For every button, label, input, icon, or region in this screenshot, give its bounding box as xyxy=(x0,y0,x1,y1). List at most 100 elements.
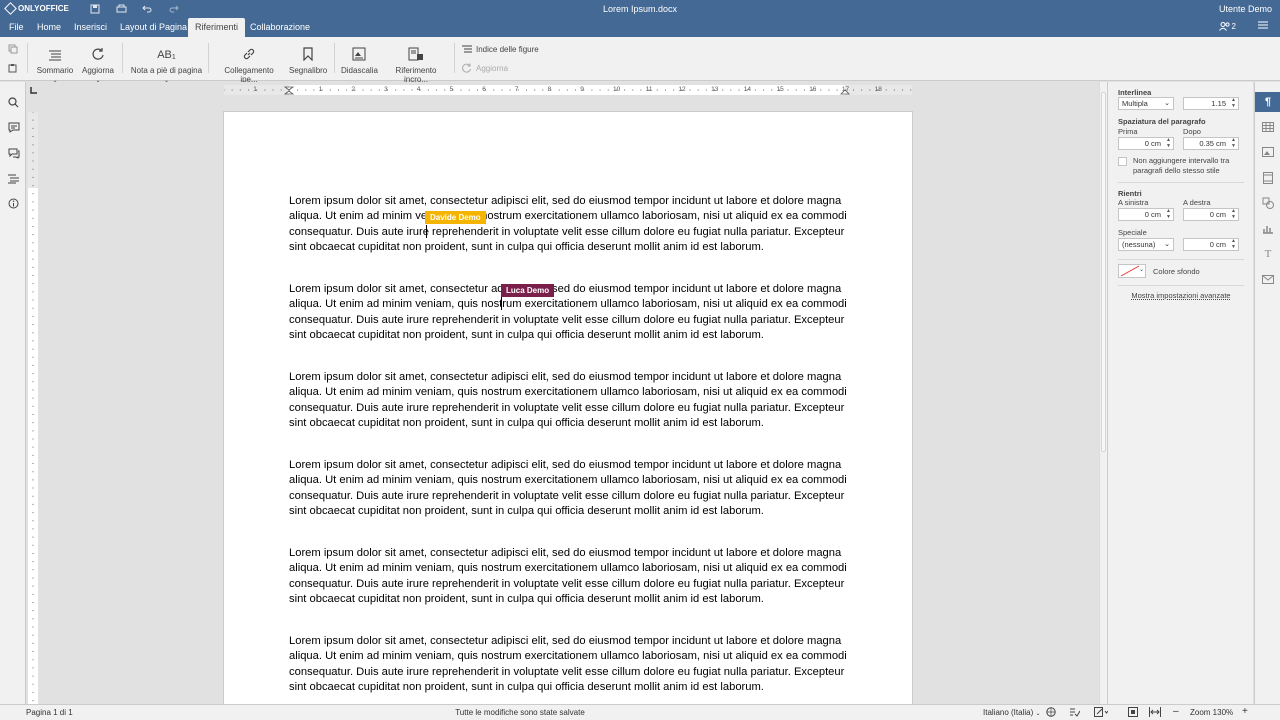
spinner-icon[interactable]: ▲ ▼ xyxy=(1231,208,1236,220)
refresh-figures-button[interactable]: Aggiorna xyxy=(462,63,508,73)
text-art-settings-icon[interactable]: T xyxy=(1260,246,1276,262)
ruler-number: 2 xyxy=(351,86,356,93)
table-settings-icon[interactable] xyxy=(1260,119,1276,135)
ruler-number: 8 xyxy=(547,86,552,93)
paragraph-spacing-title: Spaziatura del paragrafo xyxy=(1118,117,1206,126)
zoom-out-button[interactable]: – xyxy=(1173,706,1179,717)
comments-icon[interactable] xyxy=(7,121,20,134)
tab-riferimenti[interactable]: Riferimenti xyxy=(188,18,246,37)
document-page[interactable]: Lorem ipsum dolor sit amet, consectetur … xyxy=(224,112,912,712)
paragraph[interactable]: Lorem ipsum dolor sit amet, consectetur … xyxy=(289,282,849,343)
track-changes-icon[interactable] xyxy=(1094,707,1109,719)
tab-collaborazione[interactable]: Collaborazione xyxy=(243,18,317,37)
tab-stop-selector[interactable] xyxy=(29,86,38,95)
tab-file[interactable]: File xyxy=(2,18,31,37)
language-select[interactable]: Italiano (Italia) ⌄ xyxy=(983,708,1041,717)
toc-label: Sommario xyxy=(36,66,74,75)
zoom-in-button[interactable]: + xyxy=(1242,706,1248,717)
vertical-ruler[interactable] xyxy=(28,111,38,708)
spacing-before-input[interactable]: 0 cm ▲ ▼ xyxy=(1118,137,1174,150)
footnote-label: Nota a piè di pagina xyxy=(130,66,203,75)
ruler-number: 3 xyxy=(384,86,388,93)
footnote-icon: AB xyxy=(157,49,172,61)
scrollbar-thumb[interactable] xyxy=(1101,92,1106,452)
chat-icon[interactable] xyxy=(7,147,20,160)
navigation-icon[interactable] xyxy=(7,172,20,185)
horizontal-ruler[interactable]: 1 1 2 3 4 5 6 7 8 9 10 11 12 13 14 15 16 17 18 xyxy=(223,85,912,95)
caption-label: Didascalia xyxy=(341,66,378,75)
line-spacing-title: Interlinea xyxy=(1118,88,1152,97)
spinner-icon[interactable]: ▲ ▼ xyxy=(1231,97,1236,109)
spinner-icon[interactable]: ▲ ▼ xyxy=(1166,208,1171,220)
paragraph[interactable]: Lorem ipsum dolor sit amet, consectetur … xyxy=(289,194,849,255)
copy-icon[interactable] xyxy=(8,44,18,54)
cross-reference-button[interactable]: Riferimento incro... xyxy=(383,43,449,84)
fit-width-icon[interactable] xyxy=(1149,707,1161,719)
ruler-number: 7 xyxy=(514,86,519,93)
tab-inserisci[interactable]: Inserisci xyxy=(67,18,114,37)
mail-merge-icon[interactable] xyxy=(1260,271,1276,287)
paragraph[interactable]: Lorem ipsum dolor sit amet, consectetur … xyxy=(289,370,849,431)
spinner-icon[interactable]: ▲ ▼ xyxy=(1231,137,1236,149)
hyperlink-button[interactable]: Collegamento ipe... xyxy=(216,43,282,84)
vertical-scrollbar[interactable] xyxy=(1099,82,1107,704)
special-indent-select[interactable]: (nessuna) ⌄ xyxy=(1118,238,1174,251)
tab-home[interactable]: Home xyxy=(30,18,68,37)
chevron-down-icon: ⌄ xyxy=(1164,241,1170,248)
line-spacing-type-select[interactable]: Multipla ⌄ xyxy=(1118,97,1174,110)
shape-settings-icon[interactable] xyxy=(1260,195,1276,211)
figures-index-icon xyxy=(462,45,472,53)
paragraph[interactable]: Lorem ipsum dolor sit amet, consectetur … xyxy=(289,546,849,607)
search-icon[interactable] xyxy=(7,96,20,109)
background-color-picker[interactable]: ⌄ xyxy=(1118,264,1146,278)
about-icon[interactable] xyxy=(7,197,20,210)
right-indent-input[interactable]: 0 cm ▲ ▼ xyxy=(1183,208,1239,221)
collaborator-tag-luca: Luca Demo xyxy=(501,284,555,297)
update-toc-button[interactable]: Aggiorna ⌄ xyxy=(80,43,116,84)
tab-layout[interactable]: Layout di Pagina xyxy=(113,18,194,37)
ruler-number: 5 xyxy=(449,86,454,93)
advanced-settings-link[interactable]: Mostra impostazioni avanzate xyxy=(1108,291,1254,300)
caption-button[interactable]: Didascalia xyxy=(341,43,378,75)
after-label: Dopo xyxy=(1183,127,1201,136)
header-footer-settings-icon[interactable] xyxy=(1260,170,1276,186)
fit-page-icon[interactable] xyxy=(1128,707,1138,719)
globe-icon[interactable] xyxy=(1046,707,1056,719)
update-label: Aggiorna xyxy=(81,66,115,75)
collaborator-caret xyxy=(501,297,502,310)
spinner-icon[interactable]: ▲ ▼ xyxy=(1166,137,1171,149)
image-settings-icon[interactable] xyxy=(1260,144,1276,160)
paste-icon[interactable] xyxy=(8,63,18,73)
link-icon xyxy=(243,48,255,60)
chart-settings-icon[interactable] xyxy=(1260,220,1276,236)
right-indent-label: A destra xyxy=(1183,198,1211,207)
spacing-after-input[interactable]: 0.35 cm ▲ ▼ xyxy=(1183,137,1239,150)
refresh-icon xyxy=(92,48,104,60)
hamburger-menu-icon[interactable] xyxy=(1258,21,1268,32)
zoom-level[interactable]: Zoom 130% xyxy=(1190,708,1233,717)
save-status: Tutte le modifiche sono state salvate xyxy=(455,708,585,717)
spinner-icon[interactable]: ▲ ▼ xyxy=(1231,238,1236,250)
footnote-button[interactable]: AB 1 Nota a piè di pagina ⌄ xyxy=(130,43,203,84)
paragraph[interactable]: Lorem ipsum dolor sit amet, consectetur … xyxy=(289,458,849,519)
table-of-contents-button[interactable]: Sommario ⌄ xyxy=(35,43,75,84)
left-indent-label: A sinistra xyxy=(1118,198,1149,207)
ruler-number: 18 xyxy=(874,86,882,93)
status-bar: Pagina 1 di 1 Tutte le modifiche sono st… xyxy=(0,704,1280,720)
paragraph[interactable]: Lorem ipsum dolor sit amet, consectetur … xyxy=(289,634,849,695)
right-settings-bar: ¶ T xyxy=(1254,82,1280,704)
ruler-number: 1 xyxy=(318,86,323,93)
special-indent-input[interactable]: 0 cm ▲ ▼ xyxy=(1183,238,1239,251)
bookmark-button[interactable]: Segnalibro xyxy=(289,43,327,75)
special-label: Speciale xyxy=(1118,228,1147,237)
spellcheck-icon[interactable] xyxy=(1069,707,1081,719)
user-name[interactable]: Utente Demo xyxy=(1219,4,1272,14)
document-title: Lorem Ipsum.docx xyxy=(602,4,678,14)
figures-index-button[interactable]: Indice delle figure xyxy=(462,45,539,54)
ruler-number: 11 xyxy=(645,86,653,93)
users-icon[interactable]: 2 xyxy=(1218,21,1236,32)
line-spacing-value-input[interactable]: 1.15 ▲ ▼ xyxy=(1183,97,1239,110)
left-indent-input[interactable]: 0 cm ▲ ▼ xyxy=(1118,208,1174,221)
no-space-checkbox[interactable] xyxy=(1118,157,1127,166)
paragraph-settings-icon[interactable]: ¶ xyxy=(1255,92,1280,112)
